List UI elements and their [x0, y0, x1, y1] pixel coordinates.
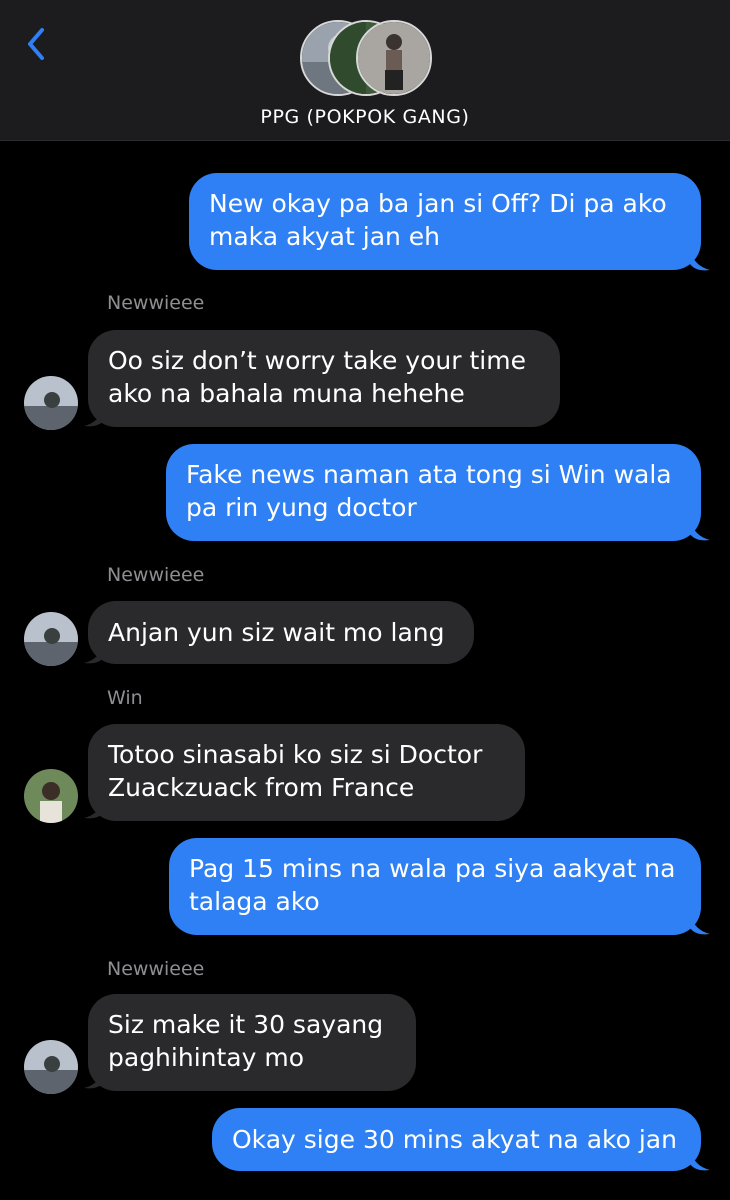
message-bubble[interactable]: Siz make it 30 sayang paghihintay mo — [88, 994, 416, 1091]
chevron-left-icon — [28, 28, 44, 60]
sender-name: Win — [107, 687, 143, 709]
message-bubble[interactable]: Okay sige 30 mins akyat na ako jan — [212, 1108, 701, 1171]
bubble-tail — [690, 1150, 710, 1171]
message-text: Totoo sinasabi ko siz si Doctor Zuackzua… — [108, 740, 483, 802]
avatar[interactable] — [24, 612, 78, 666]
message-bubble[interactable]: New okay pa ba jan si Off? Di pa ako mak… — [189, 173, 701, 270]
message-text: Okay sige 30 mins akyat na ako jan — [232, 1125, 677, 1154]
message-text: Siz make it 30 sayang paghihintay mo — [108, 1010, 384, 1072]
avatar[interactable] — [24, 1040, 78, 1094]
avatar[interactable] — [24, 769, 78, 823]
message-text: New okay pa ba jan si Off? Di pa ako mak… — [209, 189, 667, 251]
avatar[interactable] — [24, 376, 78, 430]
back-button[interactable] — [22, 24, 52, 64]
group-avatar-stack[interactable] — [300, 20, 432, 96]
message-bubble[interactable]: Fake news naman ata tong si Win wala pa … — [166, 444, 701, 541]
message-text: Fake news naman ata tong si Win wala pa … — [186, 460, 672, 522]
bubble-tail — [690, 914, 710, 935]
sender-name: Newwieee — [107, 292, 205, 314]
sender-name: Newwieee — [107, 958, 205, 980]
message-bubble[interactable]: Anjan yun siz wait mo lang — [88, 601, 474, 664]
message-text: Pag 15 mins na wala pa siya aakyat na ta… — [189, 854, 676, 916]
message-bubble[interactable]: Oo siz don’t worry take your time ako na… — [88, 330, 560, 427]
group-name[interactable]: PPG (POKPOK GANG) — [0, 106, 730, 128]
message-text: Anjan yun siz wait mo lang — [108, 618, 445, 647]
conversation-header: PPG (POKPOK GANG) — [0, 0, 730, 141]
message-bubble[interactable]: Pag 15 mins na wala pa siya aakyat na ta… — [169, 838, 701, 935]
message-text: Oo siz don’t worry take your time ako na… — [108, 346, 526, 408]
sender-name: Newwieee — [107, 564, 205, 586]
bubble-tail — [690, 520, 710, 541]
message-bubble[interactable]: Totoo sinasabi ko siz si Doctor Zuackzua… — [88, 724, 525, 821]
member-avatar — [356, 20, 432, 96]
bubble-tail — [690, 250, 710, 271]
